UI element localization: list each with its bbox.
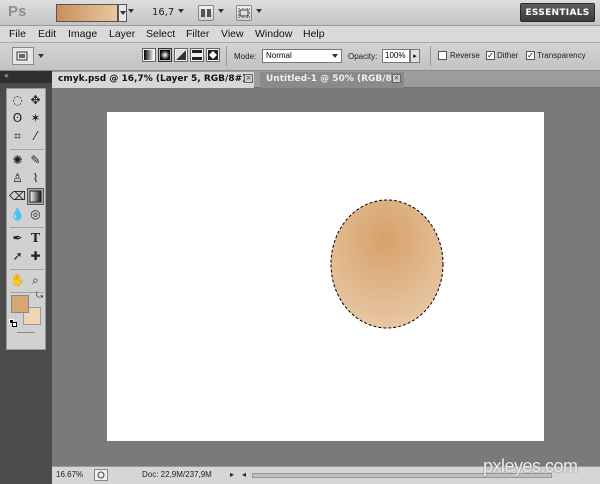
opacity-label: Opacity: [348, 52, 378, 61]
tools-panel-header[interactable]: « [0, 71, 52, 83]
swap-colors-icon[interactable]: ⤿ [31, 288, 48, 305]
document-tab-bar: cmyk.psd @ 16,7% (Layer 5, RGB/8#) * × U… [52, 71, 600, 99]
tab-cmyk-document[interactable]: cmyk.psd @ 16,7% (Layer 5, RGB/8#) * [52, 72, 254, 99]
menu-window[interactable]: Window [255, 28, 292, 40]
tool-preset-chevron-icon[interactable] [38, 54, 44, 58]
options-divider [226, 46, 227, 66]
linear-gradient-button[interactable] [142, 48, 156, 62]
default-colors-icon[interactable] [9, 319, 17, 327]
options-divider [430, 46, 431, 66]
workspace-switcher-button[interactable]: ESSENTIALS [520, 3, 595, 22]
tool-group-separator [10, 149, 44, 150]
dither-checkbox[interactable]: ✓ [486, 51, 495, 60]
blur-tool-icon[interactable]: 💧 [9, 206, 26, 223]
menu-filter[interactable]: Filter [186, 28, 209, 40]
close-tab-cmyk-icon[interactable]: × [244, 74, 253, 83]
gradient-tool-icon[interactable] [27, 188, 44, 205]
status-menu-icon[interactable] [94, 469, 108, 481]
menu-image[interactable]: Image [68, 28, 97, 40]
reverse-label: Reverse [450, 51, 480, 60]
photoshop-logo: Ps [8, 3, 27, 20]
close-tab-untitled-icon[interactable]: × [392, 74, 401, 83]
zoom-level[interactable]: 16,7 [152, 7, 174, 18]
dodge-tool-icon[interactable]: ◎ [27, 206, 44, 223]
diamond-gradient-button[interactable] [206, 48, 220, 62]
brush-tool-icon[interactable]: ✎ [27, 152, 44, 169]
quick-mask-button[interactable] [17, 332, 35, 333]
move-tool-icon[interactable]: ✥ [27, 92, 44, 109]
opacity-slider-arrow-icon[interactable]: ▸ [410, 49, 420, 63]
history-brush-tool-icon[interactable]: ⌇ [27, 170, 44, 187]
menu-view[interactable]: View [221, 28, 244, 40]
healing-brush-tool-icon[interactable]: ✺ [9, 152, 26, 169]
arrange-documents-icon[interactable] [198, 5, 214, 21]
zoom-chevron-icon[interactable] [178, 9, 184, 13]
zoom-tool-icon[interactable]: ⌕ [27, 272, 44, 289]
tab-label: Untitled-1 @ 50% (RGB/8) [266, 74, 396, 84]
foreground-color-swatch[interactable] [11, 295, 29, 313]
hand-tool-icon[interactable]: ✋ [9, 272, 26, 289]
type-tool-icon[interactable]: T [27, 230, 44, 247]
horizontal-scroll-left-icon[interactable]: ◂ [242, 470, 246, 479]
blend-mode-select[interactable]: Normal [262, 49, 342, 63]
transparency-label: Transparency [537, 51, 586, 60]
marquee-tool-icon[interactable]: ◌ [9, 92, 26, 109]
tool-group-separator [10, 227, 44, 228]
blend-mode-value: Normal [266, 51, 292, 60]
menu-file[interactable]: File [9, 28, 26, 40]
radial-gradient-button[interactable] [158, 48, 172, 62]
tab-untitled-document[interactable]: Untitled-1 @ 50% (RGB/8) [260, 72, 404, 88]
lasso-tool-icon[interactable]: ʘ [9, 110, 26, 127]
transparency-checkbox[interactable]: ✓ [526, 51, 535, 60]
menu-select[interactable]: Select [146, 28, 175, 40]
custom-shape-tool-icon[interactable]: ✚ [27, 248, 44, 265]
blend-mode-chevron-icon [332, 54, 338, 58]
reverse-checkbox[interactable] [438, 51, 447, 60]
crop-tool-icon[interactable]: ⌗ [9, 128, 26, 145]
canvas[interactable] [107, 112, 544, 441]
view-extras-chevron-icon[interactable] [128, 9, 134, 13]
opacity-input[interactable]: 100% [382, 49, 410, 63]
screen-mode-icon[interactable] [236, 5, 252, 21]
menu-edit[interactable]: Edit [38, 28, 56, 40]
angle-gradient-button[interactable] [174, 48, 188, 62]
collapse-panel-icon[interactable]: « [4, 71, 9, 80]
tools-panel-body: ◌ ✥ ʘ ✶ ⌗ ⁄ ✺ ✎ ♙ ⌇ ⌫ 💧 ◎ ✒ T ➚ ✚ ✋ ⌕ ⤿ [6, 88, 46, 350]
tool-group-separator [10, 269, 44, 270]
menu-bar: File Edit Image Layer Select Filter View… [0, 26, 600, 43]
tool-preset-picker[interactable] [12, 47, 34, 65]
gradient-preset-dropdown[interactable] [118, 4, 127, 22]
pen-tool-icon[interactable]: ✒ [9, 230, 26, 247]
eyedropper-tool-icon[interactable]: ⁄ [27, 128, 44, 145]
canvas-artwork [330, 199, 444, 329]
reflected-gradient-button[interactable] [190, 48, 204, 62]
arrange-chevron-icon[interactable] [218, 9, 224, 13]
menu-help[interactable]: Help [303, 28, 325, 40]
gradient-preset-swatch[interactable] [56, 4, 118, 22]
screen-mode-chevron-icon[interactable] [256, 9, 262, 13]
status-doc-info: Doc: 22,9M/237,9M [142, 470, 212, 479]
clone-stamp-tool-icon[interactable]: ♙ [9, 170, 26, 187]
path-selection-tool-icon[interactable]: ➚ [9, 248, 26, 265]
status-zoom[interactable]: 16.67% [56, 470, 83, 479]
menu-layer[interactable]: Layer [109, 28, 135, 40]
gradient-dropdown-chevron-icon [120, 11, 126, 15]
dither-label: Dither [497, 51, 519, 60]
mode-label: Mode: [234, 52, 257, 61]
gradient-filled-ellipse [331, 200, 443, 328]
eraser-tool-icon[interactable]: ⌫ [9, 188, 26, 205]
watermark-text: pxleyes.com [483, 456, 578, 476]
status-expand-arrow-icon[interactable]: ▸ [230, 470, 234, 479]
magic-wand-tool-icon[interactable]: ✶ [27, 110, 44, 127]
